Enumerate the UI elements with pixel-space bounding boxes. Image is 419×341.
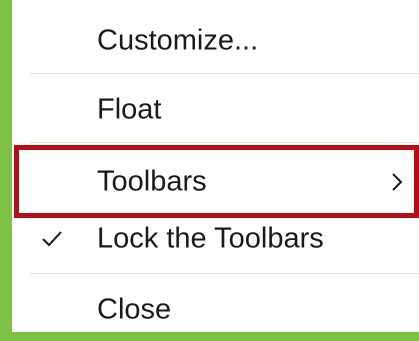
checkmark-icon [42,231,62,247]
menu-item-label: Close [97,293,172,326]
screenshot-frame: Customize... Float Toolbars Lock the Too… [0,0,419,332]
menu-item-customize[interactable]: Customize... [12,10,419,72]
menu-item-float[interactable]: Float [12,79,419,141]
menu-separator [30,273,419,274]
menu-item-label: Lock the Toolbars [97,222,324,255]
context-menu: Customize... Float Toolbars Lock the Too… [12,0,419,332]
menu-item-label: Float [97,93,162,126]
menu-item-label: Toolbars [97,165,207,198]
chevron-right-icon [392,173,403,191]
menu-item-lock-the-toolbars[interactable]: Lock the Toolbars [12,208,419,270]
menu-item-label: Customize... [97,24,259,57]
menu-separator [30,73,419,74]
menu-item-toolbars[interactable]: Toolbars [12,151,419,213]
menu-separator [30,142,419,143]
